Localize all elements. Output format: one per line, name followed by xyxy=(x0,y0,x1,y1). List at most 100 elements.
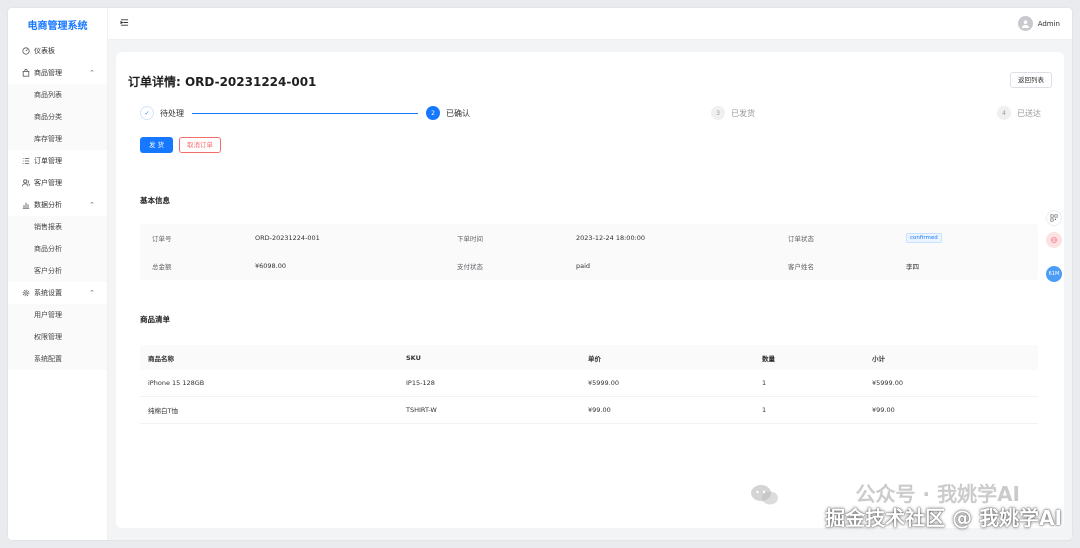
status-badge: confirmed xyxy=(906,233,942,243)
sidebar-item-inventory[interactable]: 库存管理 xyxy=(8,128,107,150)
basic-info-title: 基本信息 xyxy=(140,196,170,205)
table-cell: 1 xyxy=(762,406,767,414)
column-header: SKU xyxy=(406,353,421,362)
step-label: 已确认 xyxy=(446,108,470,118)
qrcode-icon[interactable] xyxy=(1046,210,1062,226)
sidebar-item-products[interactable]: 商品管理 ⌃ xyxy=(8,62,107,84)
sidebar-item-label: 系统设置 xyxy=(34,289,62,297)
submenu-settings: 用户管理 权限管理 系统配置 xyxy=(8,304,107,370)
menu-collapse-icon[interactable] xyxy=(120,18,129,30)
table-cell: ¥99.00 xyxy=(588,406,611,414)
sidebar-item-user-management[interactable]: 用户管理 xyxy=(8,304,107,326)
sidebar-item-label: 订单管理 xyxy=(34,157,62,165)
chevron-up-icon: ⌃ xyxy=(89,69,95,77)
table-cell: ¥99.00 xyxy=(872,406,895,414)
step-label: 待处理 xyxy=(160,108,184,118)
sidebar-item-sales-report[interactable]: 销售报表 xyxy=(8,216,107,238)
app-title: 电商管理系统 xyxy=(27,20,88,32)
items-title: 商品清单 xyxy=(140,315,170,324)
column-header: 数量 xyxy=(762,354,775,363)
sidebar-item-settings[interactable]: 系统设置 ⌃ xyxy=(8,282,107,304)
sidebar: 电商管理系统 仪表板 商品管理 ⌃ 商品列表 商品分类 库存管理 订单管理 客户… xyxy=(8,8,108,540)
column-header: 商品名称 xyxy=(148,354,174,363)
table-row: iPhone 15 128GB IP15-128 ¥5999.00 1 ¥599… xyxy=(140,370,1038,397)
step-connector xyxy=(192,113,418,114)
sidebar-item-customer-analysis[interactable]: 客户分析 xyxy=(8,260,107,282)
column-header: 单价 xyxy=(588,354,601,363)
gear-icon xyxy=(21,289,30,298)
page-title: 订单详情: ORD-20231224-001 xyxy=(128,75,317,89)
users-icon xyxy=(21,179,30,188)
sidebar-item-label: 数据分析 xyxy=(34,201,62,209)
ship-button[interactable]: 发 货 xyxy=(140,137,174,153)
chart-icon xyxy=(21,201,30,210)
table-cell: IP15-128 xyxy=(406,379,435,387)
table-cell: 纯棉白T恤 xyxy=(148,407,178,415)
cancel-order-button[interactable]: 取消订单 xyxy=(179,137,221,153)
wechat-icon xyxy=(751,485,778,505)
sidebar-item-label: 商品管理 xyxy=(34,69,62,77)
svg-text:文: 文 xyxy=(1052,237,1056,243)
total-value: ¥6098.00 xyxy=(255,262,287,270)
sidebar-item-product-category[interactable]: 商品分类 xyxy=(8,106,107,128)
table-row: 纯棉白T恤 TSHIRT-W ¥99.00 1 ¥99.00 xyxy=(140,397,1038,424)
pay-status-label: 支付状态 xyxy=(457,263,483,271)
table-cell: 1 xyxy=(762,379,767,387)
main-content: 订单详情: ORD-20231224-001 返回列表 ✓ 待处理 2 已确认 … xyxy=(108,40,1072,540)
sidebar-item-analytics[interactable]: 数据分析 ⌃ xyxy=(8,194,107,216)
step-number: 4 xyxy=(997,106,1011,120)
order-time-value: 2023-12-24 18:00:00 xyxy=(576,234,646,242)
customer-name-label: 客户姓名 xyxy=(788,263,814,271)
user-menu[interactable]: Admin xyxy=(1017,16,1060,31)
customer-name-value: 李四 xyxy=(906,263,919,271)
submenu-products: 商品列表 商品分类 库存管理 xyxy=(8,84,107,150)
avatar xyxy=(1017,16,1033,31)
step-number: 3 xyxy=(711,106,725,120)
list-icon xyxy=(21,157,30,166)
table-header: 商品名称 SKU 单价 数量 小计 xyxy=(140,345,1038,370)
chevron-up-icon: ⌃ xyxy=(89,289,95,297)
topbar: Admin xyxy=(108,8,1072,40)
step-pending: ✓ 待处理 xyxy=(140,106,184,120)
order-time-label: 下单时间 xyxy=(457,235,483,243)
info-row: 订单号 ORD-20231224-001 下单时间 2023-12-24 18:… xyxy=(140,224,1038,252)
submenu-analytics: 销售报表 商品分析 客户分析 xyxy=(8,216,107,282)
back-to-list-button[interactable]: 返回列表 xyxy=(1010,72,1052,88)
order-detail-card: 订单详情: ORD-20231224-001 返回列表 ✓ 待处理 2 已确认 … xyxy=(116,52,1064,528)
order-no-label: 订单号 xyxy=(152,235,172,243)
basic-info-grid: 订单号 ORD-20231224-001 下单时间 2023-12-24 18:… xyxy=(140,224,1038,280)
dashboard-icon xyxy=(21,47,30,56)
step-label: 已发货 xyxy=(731,108,755,118)
items-table: 商品名称 SKU 单价 数量 小计 iPhone 15 128GB IP15-1… xyxy=(140,345,1038,424)
step-number: 2 xyxy=(426,106,440,120)
bag-icon xyxy=(21,69,30,78)
step-confirmed: 2 已确认 xyxy=(426,106,470,120)
sidebar-item-label: 客户管理 xyxy=(34,179,62,187)
memory-badge[interactable]: 61M xyxy=(1046,266,1062,282)
column-header: 小计 xyxy=(872,354,885,363)
sidebar-item-product-list[interactable]: 商品列表 xyxy=(8,84,107,106)
username: Admin xyxy=(1037,19,1060,28)
app-window: 电商管理系统 仪表板 商品管理 ⌃ 商品列表 商品分类 库存管理 订单管理 客户… xyxy=(8,8,1072,540)
translate-icon[interactable]: 文 xyxy=(1046,232,1062,248)
sidebar-item-customers[interactable]: 客户管理 xyxy=(8,172,107,194)
sidebar-item-orders[interactable]: 订单管理 xyxy=(8,150,107,172)
table-cell: ¥5999.00 xyxy=(872,379,904,387)
step-shipped: 3 已发货 xyxy=(711,106,755,120)
sidebar-item-permissions[interactable]: 权限管理 xyxy=(8,326,107,348)
sidebar-item-system-config[interactable]: 系统配置 xyxy=(8,348,107,370)
total-label: 总金额 xyxy=(152,263,172,271)
pay-status-value: paid xyxy=(576,262,591,270)
table-cell: ¥5999.00 xyxy=(588,379,620,387)
info-row: 总金额 ¥6098.00 支付状态 paid 客户姓名 李四 xyxy=(140,252,1038,280)
order-no-value: ORD-20231224-001 xyxy=(255,234,320,242)
sidebar-menu: 仪表板 商品管理 ⌃ 商品列表 商品分类 库存管理 订单管理 客户管理 数据分析… xyxy=(8,40,107,370)
chevron-up-icon: ⌃ xyxy=(89,201,95,209)
watermark-line2: 掘金技术社区 @ 我姚学AI xyxy=(825,506,1062,530)
sidebar-item-label: 仪表板 xyxy=(34,47,55,55)
step-label: 已送达 xyxy=(1017,108,1041,118)
sidebar-item-product-analysis[interactable]: 商品分析 xyxy=(8,238,107,260)
table-cell: iPhone 15 128GB xyxy=(148,379,205,387)
check-icon: ✓ xyxy=(140,106,154,120)
sidebar-item-dashboard[interactable]: 仪表板 xyxy=(8,40,107,62)
